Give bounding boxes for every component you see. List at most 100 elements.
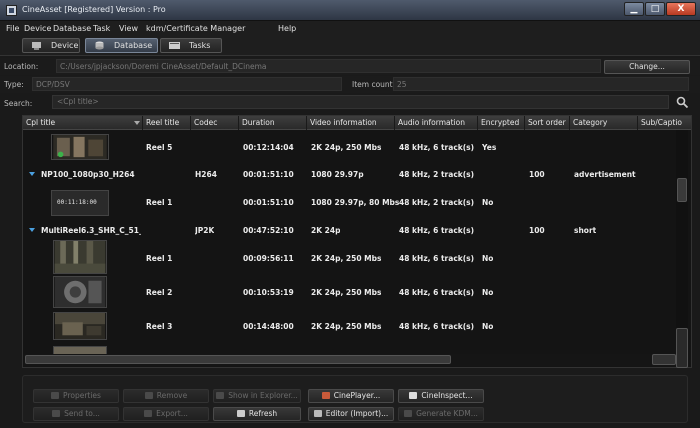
reel-title-cell: Reel 5 (146, 143, 173, 152)
encrypted-cell: Yes (482, 143, 497, 152)
tab-label: Device (51, 41, 79, 50)
video-info-cell: 1080 29.97p, 80 Mbs (311, 198, 400, 207)
menu-device[interactable]: Device (24, 24, 51, 33)
duration-cell: 00:01:51:10 (243, 170, 294, 179)
thumbnail-timecode: 00:11:18:00 (57, 199, 97, 206)
tab-database[interactable]: Database (85, 38, 158, 53)
column-header-cpl-title[interactable]: Cpl title (23, 116, 143, 130)
export-button[interactable]: Export... (123, 407, 209, 421)
inspect-icon (409, 392, 418, 399)
reel-thumbnail (53, 312, 107, 340)
menu-kdm-certificate-manager[interactable]: kdm/Certificate Manager (146, 24, 245, 33)
location-label: Location: (4, 62, 39, 71)
close-button[interactable]: X (666, 2, 696, 16)
menu-view[interactable]: View (119, 24, 138, 33)
properties-button[interactable]: Properties (33, 389, 119, 403)
item-count-field (393, 77, 689, 91)
remove-icon (144, 392, 153, 399)
type-value: DCP/DSV (36, 80, 70, 89)
horizontal-scrollbar-thumb[interactable] (25, 355, 451, 364)
column-header-encrypted[interactable]: Encrypted (478, 116, 525, 130)
duration-cell: 00:01:51:10 (243, 198, 294, 207)
audio-info-cell: 48 kHz, 6 track(s) (399, 288, 475, 297)
player-icon (321, 392, 330, 399)
tab-label: Database (114, 41, 153, 50)
codec-cell: H264 (195, 170, 217, 179)
reel-title-cell: Reel 1 (146, 254, 173, 263)
cineinspect-button[interactable]: CineInspect... (398, 389, 484, 403)
menu-bar: File Device Database Task View kdm/Certi… (0, 21, 700, 36)
editor-import-button[interactable]: Editor (Import)... (308, 407, 394, 421)
menu-help[interactable]: Help (278, 24, 296, 33)
audio-info-cell: 48 kHz, 2 track(s) (399, 198, 475, 207)
tab-tasks[interactable]: Tasks (160, 38, 222, 53)
maximize-button[interactable]: □ (645, 2, 665, 16)
column-header-sub-captions[interactable]: Sub/Captio (638, 116, 691, 130)
send-to-button[interactable]: Send to... (33, 407, 119, 421)
action-panel: Properties Remove Show in Explorer... Ci… (22, 375, 688, 423)
location-value: C:/Users/jpjackson/Doremi CineAsset/Defa… (60, 62, 267, 71)
reel-thumbnail (51, 134, 109, 160)
generate-kdm-button[interactable]: Generate KDM... (398, 407, 484, 421)
column-header-reel-title[interactable]: Reel title (143, 116, 191, 130)
location-row: Location: C:/Users/jpjackson/Doremi Cine… (0, 58, 700, 75)
menu-file[interactable]: File (6, 24, 19, 33)
encrypted-cell: No (482, 198, 494, 207)
expand-arrow-icon[interactable] (29, 228, 35, 232)
horizontal-scrollbar-arrows[interactable] (652, 354, 676, 365)
grid-header: Cpl title Reel title Codec Duration Vide… (23, 116, 691, 130)
vertical-scrollbar[interactable] (676, 130, 688, 360)
audio-info-cell: 48 kHz, 2 track(s) (399, 170, 475, 179)
column-header-category[interactable]: Category (570, 116, 638, 130)
window-title: CineAsset [Registered] Version : Pro (22, 5, 166, 14)
tab-bar: Device Database Tasks (0, 36, 700, 56)
menu-database[interactable]: Database (53, 24, 91, 33)
encrypted-cell: No (482, 322, 494, 331)
search-input[interactable]: <Cpl title> (52, 95, 669, 109)
vertical-scrollbar-lower-thumb[interactable] (676, 328, 688, 368)
duration-cell: 00:47:52:10 (243, 226, 294, 235)
sort-descending-icon (134, 121, 140, 125)
export-icon (144, 410, 153, 417)
title-bar[interactable]: CineAsset [Registered] Version : Pro ▁ □… (0, 0, 700, 21)
device-icon (32, 42, 41, 50)
type-row: Type: DCP/DSV Item count: 25 (0, 76, 700, 93)
audio-info-cell: 48 kHz, 6 track(s) (399, 322, 475, 331)
refresh-icon (236, 410, 245, 417)
cineplayer-button[interactable]: CinePlayer... (308, 389, 394, 403)
sort-order-cell: 100 (529, 170, 545, 179)
menu-task[interactable]: Task (93, 24, 110, 33)
column-header-sort-order[interactable]: Sort order (525, 116, 570, 130)
type-label: Type: (4, 80, 24, 89)
reel-title-cell: Reel 1 (146, 198, 173, 207)
vertical-scrollbar-thumb[interactable] (677, 178, 687, 202)
duration-cell: 00:14:48:00 (243, 322, 294, 331)
change-location-button[interactable]: Change... (604, 60, 690, 74)
show-in-explorer-button[interactable]: Show in Explorer... (213, 389, 301, 403)
audio-info-cell: 48 kHz, 6 track(s) (399, 143, 475, 152)
encrypted-cell: No (482, 254, 494, 263)
remove-button[interactable]: Remove (123, 389, 209, 403)
minimize-button[interactable]: ▁ (624, 2, 644, 16)
column-header-video-information[interactable]: Video information (307, 116, 395, 130)
duration-cell: 00:10:53:19 (243, 288, 294, 297)
send-icon (52, 410, 61, 417)
cpl-grid[interactable]: Cpl title Reel title Codec Duration Vide… (22, 115, 692, 368)
item-count-label: Item count: (352, 80, 396, 89)
refresh-button[interactable]: Refresh (213, 407, 301, 421)
column-header-codec[interactable]: Codec (191, 116, 239, 130)
column-header-audio-information[interactable]: Audio information (395, 116, 478, 130)
search-label: Search: (4, 99, 33, 108)
audio-info-cell: 48 kHz, 6 track(s) (399, 226, 475, 235)
search-icon[interactable] (675, 95, 689, 109)
sort-order-cell: 100 (529, 226, 545, 235)
tab-device[interactable]: Device (22, 38, 80, 53)
type-field (32, 77, 342, 91)
reel-thumbnail: 00:11:18:00 (51, 190, 109, 216)
app-icon (6, 5, 17, 16)
video-info-cell: 2K 24p, 250 Mbs (311, 254, 382, 263)
encrypted-cell: No (482, 288, 494, 297)
column-header-duration[interactable]: Duration (239, 116, 307, 130)
video-info-cell: 1080 29.97p (311, 170, 364, 179)
expand-arrow-icon[interactable] (29, 172, 35, 176)
